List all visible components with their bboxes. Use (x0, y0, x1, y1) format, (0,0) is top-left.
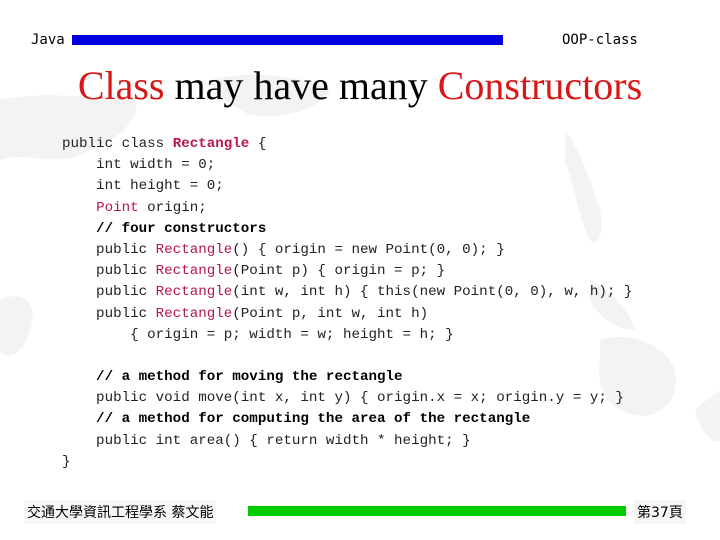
code-line: int width = 0; (62, 157, 216, 174)
constructor-name: Rectangle (155, 305, 233, 322)
code-block: public class Rectangle { int width = 0; … (62, 134, 632, 473)
code-line: int height = 0; (62, 178, 224, 195)
code-line: public class Rectangle { (62, 134, 632, 155)
constructor-name: Rectangle (155, 241, 233, 258)
constructor-name: Rectangle (155, 284, 233, 301)
type-name: Point (96, 199, 139, 216)
code-line: } (62, 453, 71, 470)
code-text: { (249, 136, 267, 152)
class-name: Rectangle (172, 136, 250, 152)
code-comment: // a method for computing the area of th… (62, 411, 531, 428)
code-line: public Rectangle() { origin = new Point(… (62, 240, 632, 261)
code-line: Point origin; (62, 198, 632, 219)
header-course-label: Java (31, 32, 65, 48)
code-comment: // a method for moving the rectangle (62, 369, 403, 386)
code-text: public class (62, 136, 173, 152)
code-text: public (62, 263, 156, 280)
footer-divider-bar (248, 506, 626, 516)
code-line: public Rectangle(Point p) { origin = p; … (62, 261, 632, 282)
code-text: (Point p) { origin = p; } (232, 263, 446, 280)
code-text: public (62, 241, 156, 258)
code-text: public (62, 284, 156, 301)
code-text: public (62, 305, 156, 322)
code-line: { origin = p; width = w; height = h; } (62, 326, 454, 343)
code-text: (int w, int h) { this(new Point(0, 0), w… (232, 284, 633, 301)
code-text: (Point p, int w, int h) (232, 305, 429, 322)
code-line: public int area() { return width * heigh… (62, 432, 471, 449)
page-number: 第37頁 (634, 500, 686, 524)
footer-author-label: 交通大學資訊工程學系 蔡文能 (24, 500, 217, 524)
header-divider-bar (72, 35, 503, 45)
slide-title: Class may have many Constructors (0, 62, 720, 109)
code-line: public void move(int x, int y) { origin.… (62, 390, 624, 407)
header-topic-label: OOP-class (562, 32, 638, 48)
title-accent-constructors: Constructors (437, 63, 643, 108)
constructor-name: Rectangle (155, 263, 233, 280)
code-line: public Rectangle(Point p, int w, int h) (62, 304, 632, 325)
title-middle: may have many (164, 63, 438, 108)
code-comment: // four constructors (62, 220, 267, 237)
code-text: origin; (138, 199, 207, 216)
code-line: public Rectangle(int w, int h) { this(ne… (62, 282, 632, 303)
code-text: () { origin = new Point(0, 0); } (232, 241, 505, 258)
title-accent-class: Class (77, 63, 165, 108)
